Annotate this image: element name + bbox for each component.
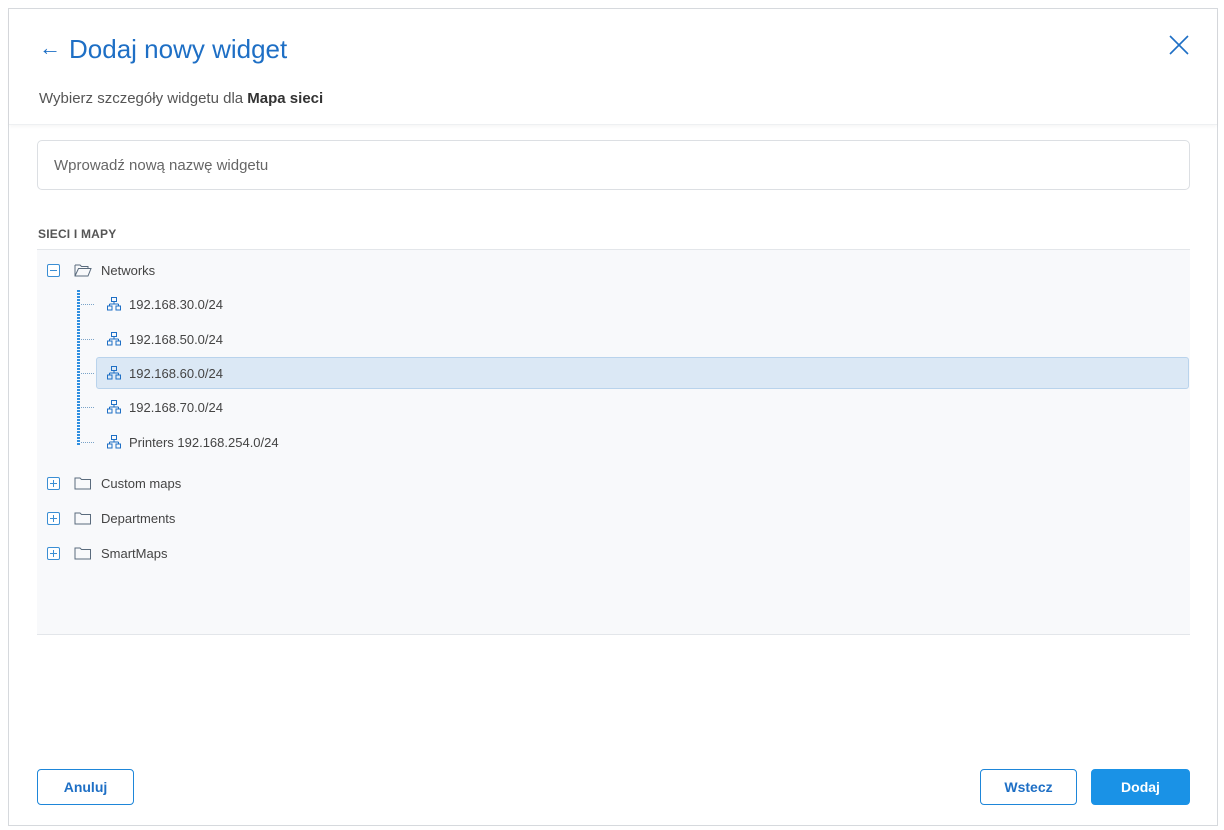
expand-toggle-smartmaps[interactable] (47, 547, 60, 560)
tree-node-smartmaps[interactable]: SmartMaps (101, 539, 167, 567)
expand-toggle-custom-maps[interactable] (47, 477, 60, 490)
tree-connector (81, 442, 95, 443)
folder-icon (74, 547, 91, 560)
node-label: Networks (101, 262, 156, 278)
collapse-toggle-networks[interactable] (47, 264, 60, 277)
back-button[interactable]: Wstecz (980, 769, 1077, 805)
cancel-button[interactable]: Anuluj (37, 769, 134, 805)
tree-node-network[interactable]: 192.168.70.0/24 (103, 393, 403, 421)
add-widget-dialog: ← Dodaj nowy widget Wybierz szczegóły wi… (8, 8, 1218, 826)
section-label: SIECI I MAPY (38, 227, 117, 241)
network-tree: Networks 192.168.30.0/24 192.168.50.0/24… (37, 249, 1190, 635)
node-label: 192.168.70.0/24 (129, 399, 223, 415)
tree-node-network[interactable]: 192.168.50.0/24 (103, 325, 403, 353)
node-label: SmartMaps (101, 545, 168, 561)
tree-node-networks[interactable]: Networks (101, 256, 155, 284)
folder-open-icon (74, 264, 92, 277)
node-label: Custom maps (101, 475, 182, 491)
subtitle-target: Mapa sieci (247, 90, 324, 107)
close-icon[interactable] (1167, 33, 1191, 57)
network-icon (107, 332, 121, 346)
add-button[interactable]: Dodaj (1091, 769, 1190, 805)
node-label: 192.168.50.0/24 (129, 331, 223, 347)
network-icon (107, 297, 121, 311)
tree-connector (81, 304, 95, 305)
node-label: 192.168.30.0/24 (129, 296, 223, 312)
node-label: 192.168.60.0/24 (129, 365, 223, 381)
node-label: Printers 192.168.254.0/24 (129, 434, 279, 450)
network-icon (107, 435, 121, 449)
dialog-header: ← Dodaj nowy widget Wybierz szczegóły wi… (9, 9, 1217, 125)
tree-node-departments[interactable]: Departments (101, 504, 175, 532)
tree-node-network[interactable]: Printers 192.168.254.0/24 (103, 428, 403, 456)
dialog-title: Dodaj nowy widget (69, 34, 288, 64)
node-label: Departments (101, 510, 176, 526)
tree-connector (81, 407, 95, 408)
tree-connector (77, 290, 80, 446)
tree-connector (81, 373, 95, 374)
network-icon (107, 400, 121, 414)
folder-icon (74, 512, 91, 525)
tree-connector (81, 339, 95, 340)
arrow-left-icon[interactable]: ← (39, 35, 61, 61)
network-icon (107, 366, 121, 380)
tree-node-custom-maps[interactable]: Custom maps (101, 469, 181, 497)
tree-node-network[interactable]: 192.168.30.0/24 (103, 290, 403, 318)
tree-node-network-selected[interactable]: 192.168.60.0/24 (96, 357, 1189, 389)
widget-name-input[interactable] (37, 140, 1190, 190)
subtitle-prefix: Wybierz szczegóły widgetu dla (39, 90, 244, 107)
dialog-subtitle: Wybierz szczegóły widgetu dla Mapa sieci (39, 89, 323, 109)
folder-icon (74, 477, 91, 490)
expand-toggle-departments[interactable] (47, 512, 60, 525)
